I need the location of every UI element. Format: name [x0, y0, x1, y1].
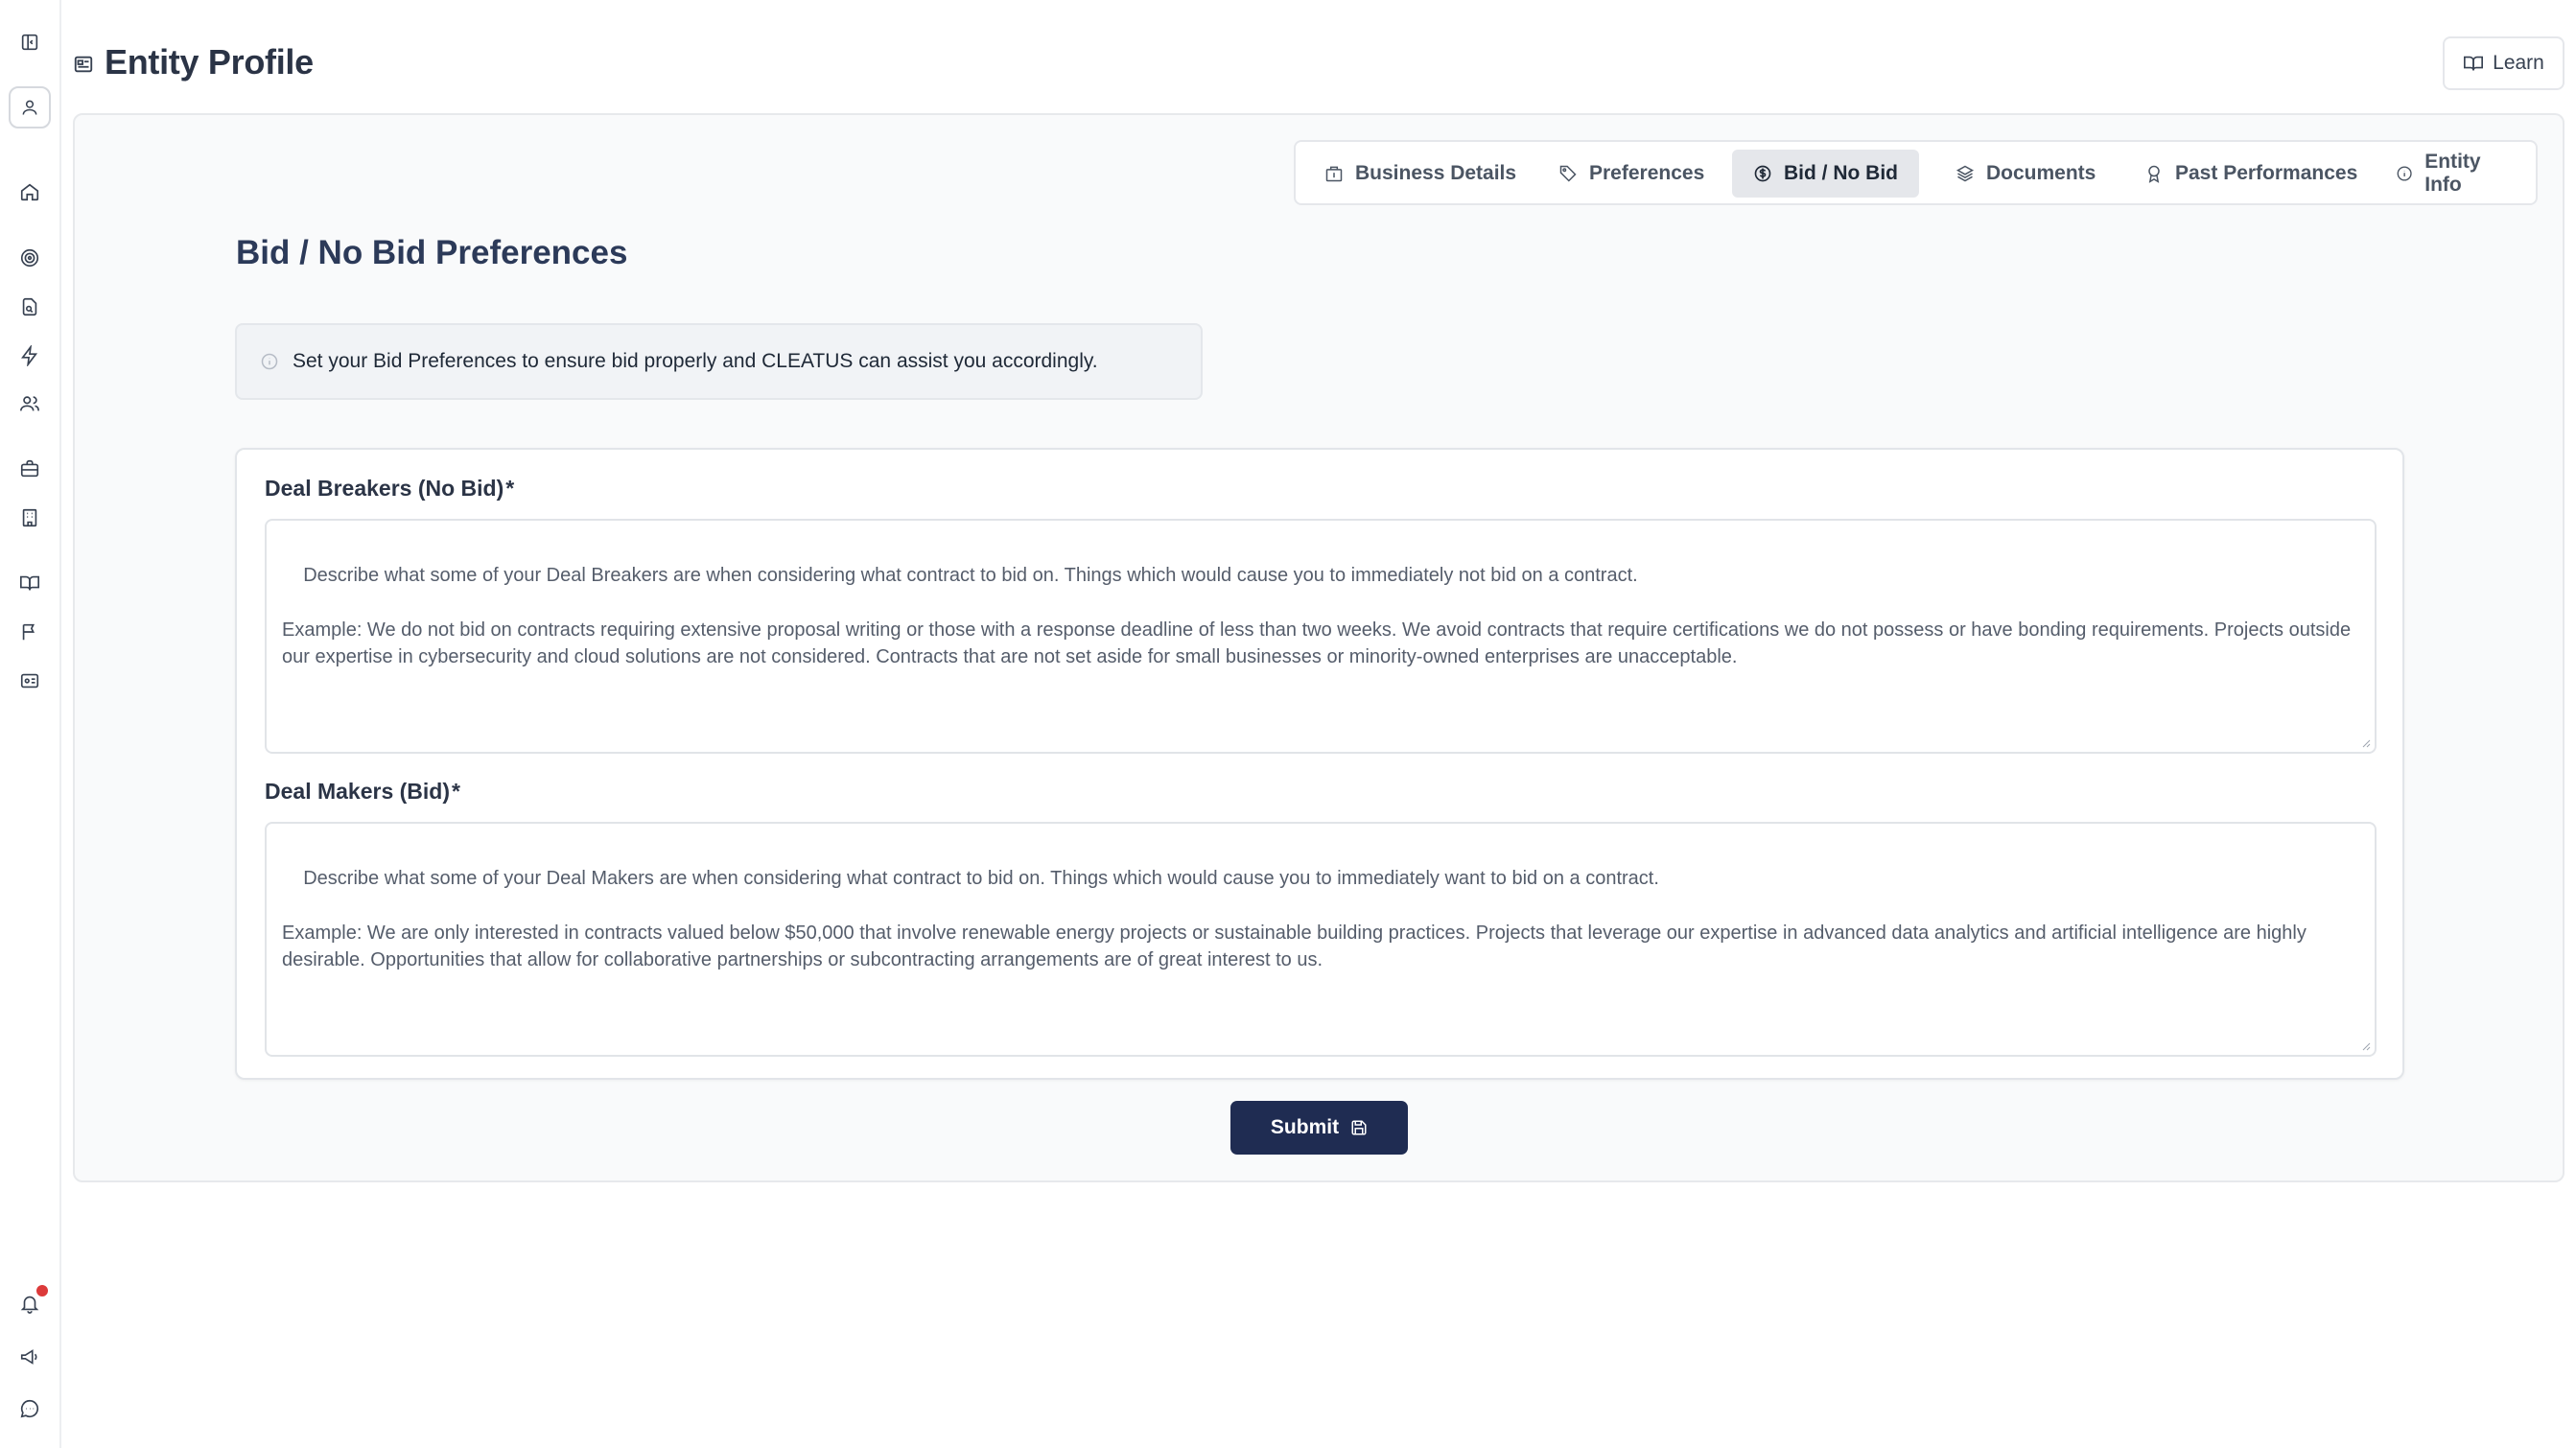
tab-preferences[interactable]: Preferences — [1537, 150, 1725, 198]
book-icon[interactable] — [13, 567, 46, 599]
flag-icon[interactable] — [13, 616, 46, 648]
tab-label: Preferences — [1589, 162, 1705, 184]
dollar-circle-icon — [1754, 165, 1771, 182]
section-title: Bid / No Bid Preferences — [236, 234, 628, 271]
tab-bid-no-bid[interactable]: Bid / No Bid — [1732, 150, 1919, 198]
tag-icon — [1559, 165, 1577, 182]
award-icon — [2148, 165, 2160, 183]
info-icon — [2397, 166, 2412, 181]
required-mark: * — [452, 779, 460, 804]
sidebar-toggle-icon[interactable] — [13, 26, 46, 58]
tab-bar: Business Details Preferences Bid / No Bi… — [1294, 140, 2538, 205]
required-mark: * — [505, 476, 515, 501]
submit-button[interactable]: Submit — [1230, 1101, 1408, 1155]
avatar[interactable] — [9, 86, 51, 128]
tab-label: Business Details — [1355, 162, 1517, 184]
submit-label: Submit — [1270, 1116, 1340, 1138]
chat-icon[interactable] — [13, 1392, 46, 1425]
lightning-icon[interactable] — [13, 339, 46, 372]
building-icon[interactable] — [13, 502, 46, 534]
tab-past-performances[interactable]: Past Performances — [2123, 150, 2378, 198]
user-icon — [22, 100, 37, 115]
deal-makers-label: Deal Makers (Bid)* — [265, 779, 460, 805]
newspaper-icon — [73, 54, 94, 75]
tab-label: Entity Info — [2424, 151, 2481, 196]
briefcase-icon[interactable] — [13, 453, 46, 485]
bid-preferences-form: Deal Breakers (No Bid)* Describe what so… — [235, 448, 2404, 1080]
notification-badge — [35, 1283, 50, 1298]
sidebar — [0, 0, 61, 1448]
file-search-icon[interactable] — [13, 291, 46, 323]
info-icon — [261, 353, 278, 370]
deal-breakers-label: Deal Breakers (No Bid)* — [265, 476, 514, 502]
users-icon[interactable] — [13, 387, 46, 420]
tab-label: Bid / No Bid — [1784, 162, 1898, 184]
tab-documents[interactable]: Documents — [1934, 150, 2117, 198]
building-icon — [1325, 166, 1343, 182]
book-open-icon — [2464, 56, 2484, 71]
tab-label: Documents — [1986, 162, 2096, 184]
deal-breakers-label-text: Deal Breakers (No Bid) — [265, 476, 504, 501]
learn-label: Learn — [2493, 52, 2544, 74]
resize-handle-icon[interactable] — [2361, 1041, 2371, 1051]
deal-makers-placeholder: Describe what some of your Deal Makers a… — [282, 867, 2307, 971]
learn-button[interactable]: Learn — [2443, 36, 2564, 90]
resize-handle-icon[interactable] — [2361, 738, 2371, 748]
deal-breakers-placeholder: Describe what some of your Deal Breakers… — [282, 564, 2352, 668]
home-icon[interactable] — [13, 175, 46, 208]
info-text: Set your Bid Preferences to ensure bid p… — [293, 350, 1098, 372]
deal-makers-textarea[interactable]: Describe what some of your Deal Makers a… — [265, 822, 2377, 1057]
deal-makers-label-text: Deal Makers (Bid) — [265, 779, 451, 804]
megaphone-icon[interactable] — [13, 1341, 46, 1373]
info-banner: Set your Bid Preferences to ensure bid p… — [235, 323, 1203, 400]
layers-icon — [1955, 165, 1975, 182]
tab-entity-info[interactable]: Entity Info — [2375, 150, 2536, 198]
page-title: Entity Profile — [105, 42, 314, 82]
id-card-icon[interactable] — [13, 665, 46, 697]
save-icon — [1351, 1120, 1367, 1135]
tab-label: Past Performances — [2175, 162, 2358, 184]
deal-breakers-textarea[interactable]: Describe what some of your Deal Breakers… — [265, 519, 2377, 754]
tab-business-details[interactable]: Business Details — [1303, 150, 1537, 198]
target-icon[interactable] — [13, 242, 46, 274]
